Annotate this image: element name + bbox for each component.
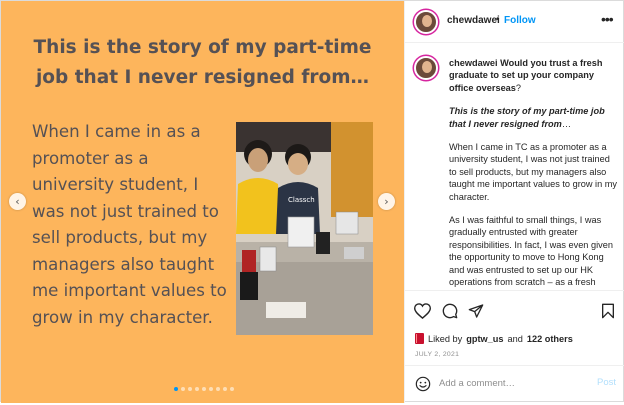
store-photo: Classch <box>236 122 373 335</box>
caption-title-text: This is the story of my part-time job th… <box>449 106 605 129</box>
post-header: chewdawei • Follow ••• <box>405 1 624 43</box>
bookmark-icon <box>602 303 614 319</box>
caption-title: This is the story of my part-time job th… <box>449 105 619 130</box>
instagram-post: This is the story of my part-time job th… <box>0 0 624 403</box>
liked-by-and: and <box>507 333 523 344</box>
likes-summary: Liked by gptw_us and 122 others <box>415 333 573 344</box>
shirt-text: Classch <box>288 196 315 204</box>
author-avatar[interactable] <box>414 10 438 34</box>
carousel-dot <box>223 387 227 391</box>
comment-input[interactable] <box>439 378 579 389</box>
post-media: This is the story of my part-time job th… <box>1 1 404 403</box>
carousel-dot <box>209 387 213 391</box>
caption-question-mark: ? <box>515 82 522 93</box>
liked-by-user-link[interactable]: gptw_us <box>466 334 503 344</box>
caption-text: chewdawei Would you trust a fresh gradua… <box>449 57 619 289</box>
heart-icon <box>413 303 431 319</box>
caption-paragraph-1: When I came in TC as a promoter as a uni… <box>449 142 618 202</box>
slide-body-text: When I came in as a promoter as a univer… <box>32 122 227 327</box>
paper-plane-icon <box>468 304 484 318</box>
liked-by-others-link[interactable]: 122 others <box>527 334 573 344</box>
previous-slide-button[interactable]: ‹ <box>9 193 26 210</box>
post-comment-button[interactable]: Post <box>597 377 616 388</box>
emoji-button[interactable] <box>415 376 431 392</box>
post-side-panel: chewdawei • Follow ••• chewdawei Would y… <box>404 1 624 403</box>
separator-dot: • <box>496 14 500 25</box>
store-photo-illustration: Classch <box>236 122 373 335</box>
caption-title-ellipsis: … <box>561 118 572 129</box>
share-button[interactable] <box>467 302 485 320</box>
comment-button[interactable] <box>441 302 459 320</box>
carousel-dot <box>216 387 220 391</box>
post-caption: chewdawei Would you trust a fresh gradua… <box>405 44 624 290</box>
carousel-dot <box>202 387 206 391</box>
chevron-right-icon: › <box>384 195 389 208</box>
caption-paragraph-2: As I was faithful to small things, I was… <box>449 215 613 288</box>
author-username[interactable]: chewdawei <box>447 15 500 26</box>
smiley-icon <box>415 376 431 392</box>
carousel-indicator <box>174 387 234 391</box>
save-button[interactable] <box>599 302 617 320</box>
next-slide-button[interactable]: › <box>378 193 395 210</box>
carousel-dot <box>181 387 185 391</box>
carousel-dot <box>230 387 234 391</box>
post-actions: Liked by gptw_us and 122 others JULY 2, … <box>405 290 624 404</box>
book-icon <box>415 333 424 344</box>
carousel-dot <box>188 387 192 391</box>
carousel-dot <box>174 387 178 391</box>
more-options-icon[interactable]: ••• <box>601 11 614 27</box>
caption-author-avatar[interactable] <box>414 56 438 80</box>
liked-by-prefix: Liked by <box>428 333 463 344</box>
slide-title: This is the story of my part-time job th… <box>33 37 372 88</box>
follow-button[interactable]: Follow <box>504 15 536 26</box>
chevron-left-icon: ‹ <box>15 195 20 208</box>
caption-username[interactable]: chewdawei <box>449 58 498 68</box>
carousel-dot <box>195 387 199 391</box>
post-date: JULY 2, 2021 <box>415 351 460 358</box>
comment-bar: Post <box>405 365 624 405</box>
like-button[interactable] <box>413 302 431 320</box>
comment-icon <box>442 303 458 319</box>
